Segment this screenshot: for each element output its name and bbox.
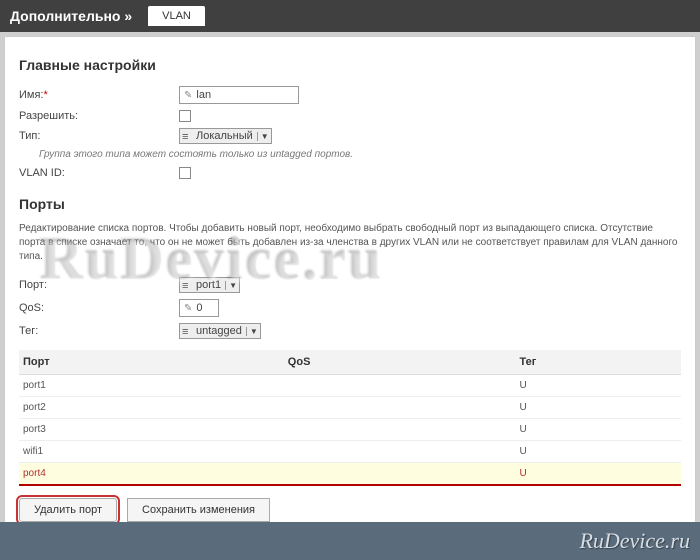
cell-qos <box>284 375 516 397</box>
cell-tag: U <box>515 375 681 397</box>
selection-underline <box>19 484 681 486</box>
port-select[interactable]: port1 ▼ <box>179 277 240 293</box>
tab-vlan[interactable]: VLAN <box>148 6 205 26</box>
port-label: Порт: <box>19 279 179 291</box>
header-bar: Дополнительно » VLAN <box>0 0 700 32</box>
edit-icon <box>184 302 192 314</box>
cell-port: port3 <box>19 419 284 441</box>
allow-checkbox[interactable] <box>179 110 191 122</box>
table-row[interactable]: port4 U <box>19 463 681 485</box>
type-label: Тип: <box>19 130 179 142</box>
allow-label: Разрешить: <box>19 110 179 122</box>
cell-qos <box>284 419 516 441</box>
table-row[interactable]: port3 U <box>19 419 681 441</box>
cell-port: wifi1 <box>19 441 284 463</box>
save-changes-button[interactable]: Сохранить изменения <box>127 498 270 522</box>
col-qos: QoS <box>284 350 516 375</box>
cell-port: port1 <box>19 375 284 397</box>
tag-label: Тег: <box>19 325 179 337</box>
name-label: Имя:* <box>19 89 179 101</box>
vlanid-label: VLAN ID: <box>19 167 179 179</box>
ports-heading: Порты <box>19 196 681 212</box>
list-icon <box>182 326 192 336</box>
list-icon <box>182 131 192 141</box>
main-settings-heading: Главные настройки <box>19 57 681 73</box>
vlanid-checkbox[interactable] <box>179 167 191 179</box>
table-row[interactable]: port1 U <box>19 375 681 397</box>
qos-label: QoS: <box>19 302 179 314</box>
chevron-down-icon: ▼ <box>246 327 258 336</box>
cell-qos <box>284 441 516 463</box>
footer-band <box>0 522 700 560</box>
type-hint: Группа этого типа может состоять только … <box>39 149 681 160</box>
ports-table: Порт QoS Тег port1 Uport2 Uport3 Uwifi1 Upor… <box>19 350 681 485</box>
cell-qos <box>284 463 516 485</box>
chevron-down-icon: ▼ <box>225 281 237 290</box>
cell-port: port2 <box>19 397 284 419</box>
cell-tag: U <box>515 419 681 441</box>
chevron-down-icon: ▼ <box>257 132 269 141</box>
cell-qos <box>284 397 516 419</box>
cell-tag: U <box>515 463 681 485</box>
qos-field[interactable]: 0 <box>179 299 219 317</box>
cell-tag: U <box>515 397 681 419</box>
settings-panel: Главные настройки Имя:* lan Разрешить: Т… <box>4 36 696 537</box>
col-port: Порт <box>19 350 284 375</box>
tag-select[interactable]: untagged ▼ <box>179 323 261 339</box>
type-select[interactable]: Локальный ▼ <box>179 128 272 144</box>
name-field[interactable]: lan <box>179 86 299 104</box>
ports-description: Редактирование списка портов. Чтобы доба… <box>19 222 681 264</box>
table-row[interactable]: port2 U <box>19 397 681 419</box>
list-icon <box>182 280 192 290</box>
breadcrumb[interactable]: Дополнительно » <box>10 8 132 24</box>
cell-port: port4 <box>19 463 284 485</box>
table-row[interactable]: wifi1 U <box>19 441 681 463</box>
delete-port-button[interactable]: Удалить порт <box>19 498 117 522</box>
cell-tag: U <box>515 441 681 463</box>
col-tag: Тег <box>515 350 681 375</box>
edit-icon <box>184 89 192 101</box>
